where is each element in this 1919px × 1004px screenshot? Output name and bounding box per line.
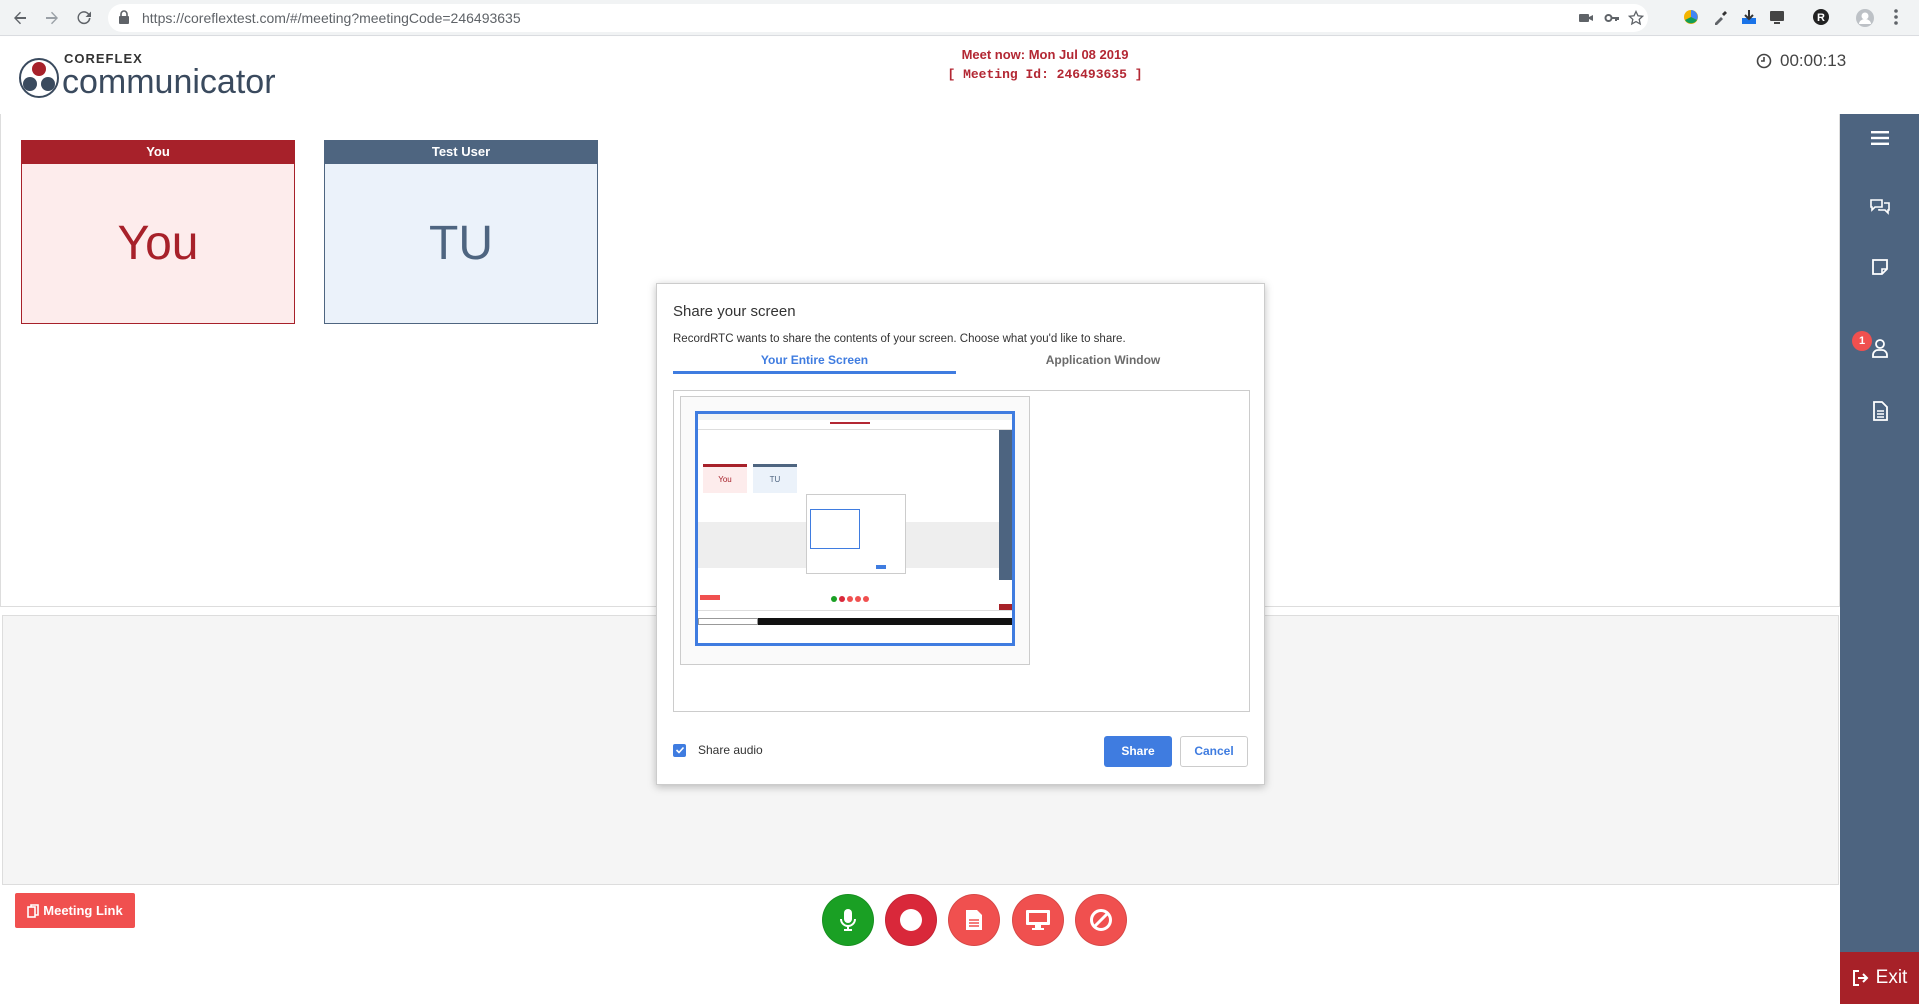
share-button[interactable]: Share xyxy=(1104,736,1172,767)
participant-initials: TU xyxy=(324,164,598,324)
back-icon[interactable] xyxy=(8,6,32,30)
thumb-taskbar xyxy=(758,618,1012,625)
cancel-button[interactable]: Cancel xyxy=(1180,736,1248,767)
screen-thumbnail[interactable]: You TU xyxy=(695,411,1015,646)
key-icon[interactable] xyxy=(1604,10,1620,26)
thumb-stop xyxy=(863,596,869,602)
address-bar[interactable]: https://coreflextest.com/#/meeting?meeti… xyxy=(108,4,1648,32)
logo-main-text: communicator xyxy=(62,63,276,101)
hamburger-icon xyxy=(1870,131,1889,145)
document-icon xyxy=(1872,401,1888,421)
participants-button[interactable] xyxy=(1840,328,1919,368)
star-icon[interactable] xyxy=(1627,9,1645,26)
reload-icon[interactable] xyxy=(72,6,96,30)
coreflex-logo[interactable]: COREFLEX communicator xyxy=(18,49,298,103)
check-icon xyxy=(675,746,684,754)
note-icon xyxy=(1871,259,1888,275)
participants-badge: 1 xyxy=(1852,331,1872,351)
stop-button[interactable] xyxy=(1075,894,1127,946)
thumb-taskbar-tab xyxy=(698,618,758,625)
source-picker: You TU xyxy=(673,390,1250,712)
extension-color-icon[interactable] xyxy=(1682,8,1702,28)
thumb-tile-you: You xyxy=(703,467,747,493)
thumb-mic xyxy=(831,596,837,602)
participant-name: Test User xyxy=(324,140,598,164)
participant-tile-test-user[interactable]: Test User TU xyxy=(324,140,598,324)
camera-icon[interactable] xyxy=(1578,10,1594,26)
participant-initials: You xyxy=(21,164,295,324)
thumb-sidebar xyxy=(999,430,1012,580)
chat-button[interactable] xyxy=(1840,186,1919,226)
r-ext-icon[interactable]: R xyxy=(1812,8,1832,28)
exit-label: Exit xyxy=(1875,967,1908,988)
microphone-button[interactable] xyxy=(822,894,874,946)
notes-button[interactable] xyxy=(1840,247,1919,287)
svg-text:R: R xyxy=(1817,12,1825,24)
meet-now-label: Meet now: Mon Jul 08 2019 xyxy=(961,47,1129,62)
chat-icon xyxy=(1869,199,1890,215)
share-audio-checkbox[interactable] xyxy=(673,743,686,757)
forward-icon[interactable] xyxy=(40,6,64,30)
screen-ext-icon[interactable] xyxy=(1768,8,1788,28)
meeting-id-label: [ Meeting Id: 246493635 ] xyxy=(947,67,1143,82)
sign-out-icon xyxy=(1852,970,1869,986)
screen-thumbnail-frame[interactable]: You TU xyxy=(680,396,1030,665)
ban-icon xyxy=(1090,909,1112,931)
share-audio-label: Share audio xyxy=(698,743,763,757)
participant-tile-you[interactable]: You You xyxy=(21,140,295,324)
tab-application-window[interactable]: Application Window xyxy=(956,346,1250,374)
logo-mark-icon xyxy=(19,58,59,98)
url-text: https://coreflextest.com/#/meeting?meeti… xyxy=(142,10,521,26)
monitor-icon xyxy=(1026,910,1050,930)
meeting-link-label: Meeting Link xyxy=(43,903,123,918)
participants-icon xyxy=(1871,339,1888,358)
record-icon xyxy=(900,909,922,931)
thumb-tile-tu: TU xyxy=(753,467,797,493)
meeting-timer: 00:00:13 xyxy=(1756,51,1846,71)
thumb-screen xyxy=(855,596,861,602)
participant-name: You xyxy=(21,140,295,164)
screen-share-button[interactable] xyxy=(1012,894,1064,946)
thumb-link-btn xyxy=(700,595,720,600)
share-screen-dialog: Share your screen RecordRTC wants to sha… xyxy=(656,283,1265,785)
file-icon xyxy=(966,910,982,930)
copy-icon xyxy=(27,903,40,918)
thumb-status xyxy=(698,610,1012,618)
browser-toolbar: https://coreflextest.com/#/meeting?meeti… xyxy=(0,0,1919,36)
documents-button[interactable] xyxy=(1840,391,1919,431)
lock-icon xyxy=(118,10,130,29)
share-audio-option[interactable]: Share audio xyxy=(673,743,763,757)
download-ext-icon[interactable] xyxy=(1740,8,1760,28)
app-header: COREFLEX communicator Meet now: Mon Jul … xyxy=(0,37,1919,114)
clock-icon xyxy=(1756,53,1772,69)
microphone-icon xyxy=(840,909,856,931)
kebab-menu-icon[interactable] xyxy=(1893,8,1913,28)
thumb-meeting-id xyxy=(830,422,870,424)
profile-icon[interactable] xyxy=(1855,8,1875,28)
menu-button[interactable] xyxy=(1840,118,1919,158)
timer-text: 00:00:13 xyxy=(1780,51,1847,70)
thumb-file xyxy=(847,596,853,602)
dialog-title: Share your screen xyxy=(673,303,796,320)
exit-button[interactable]: Exit xyxy=(1840,952,1919,1004)
file-share-button[interactable] xyxy=(948,894,1000,946)
meeting-link-button[interactable]: Meeting Link xyxy=(15,893,135,928)
dialog-description: RecordRTC wants to share the contents of… xyxy=(673,333,1126,345)
thumb-dialog-share xyxy=(876,565,886,569)
thumb-rec xyxy=(839,596,845,602)
eyedropper-icon[interactable] xyxy=(1712,8,1732,28)
right-sidebar xyxy=(1840,114,1919,1004)
record-button[interactable] xyxy=(885,894,937,946)
tab-entire-screen[interactable]: Your Entire Screen xyxy=(673,346,956,374)
thumb-dialog-pick xyxy=(810,509,860,549)
